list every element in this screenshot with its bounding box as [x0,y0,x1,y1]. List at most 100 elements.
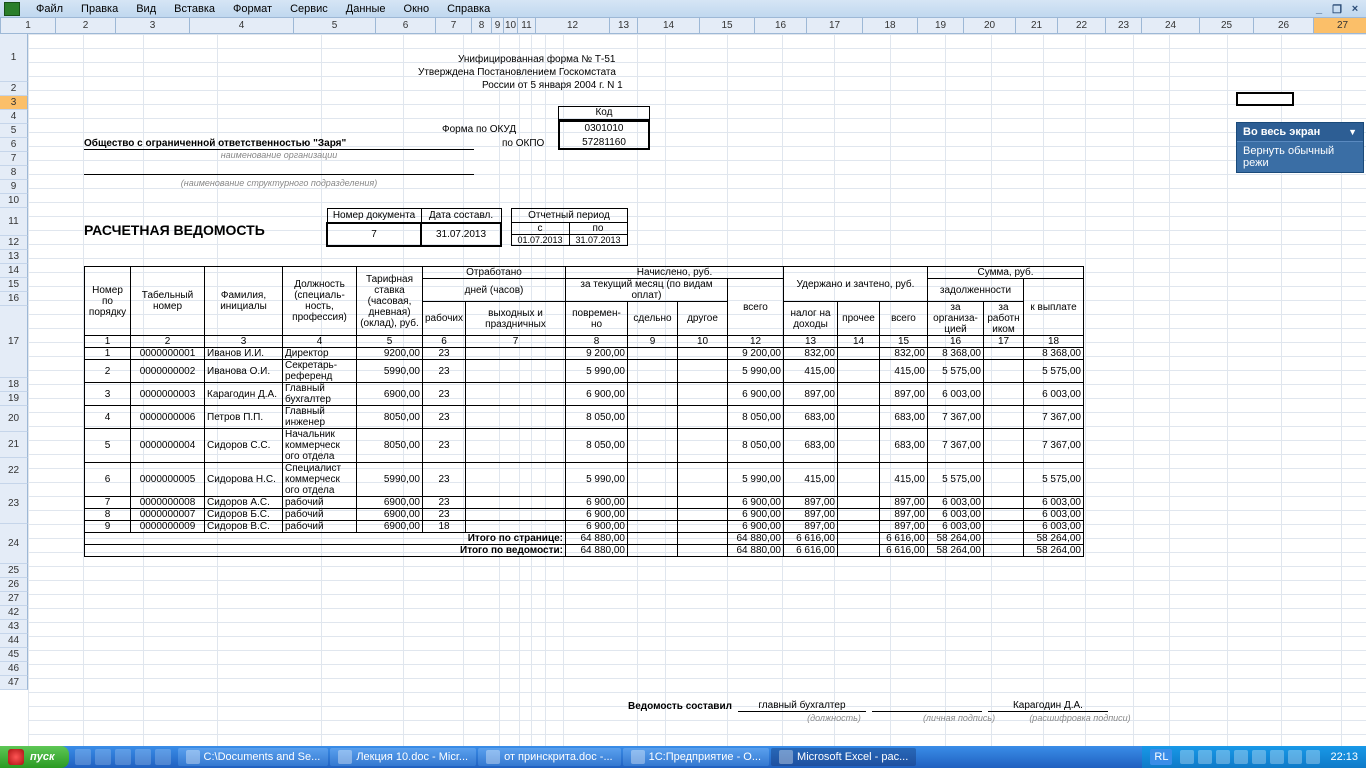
row-header[interactable]: 45 [0,648,28,662]
row-header[interactable]: 2 [0,82,28,96]
col-header[interactable]: 2 [56,18,116,33]
row-header[interactable]: 17 [0,306,28,378]
col-header[interactable]: 1 [1,18,56,33]
window-close-icon[interactable]: × [1348,3,1362,15]
tray-icon[interactable] [1252,750,1266,764]
dropdown-arrow-icon[interactable]: ▼ [1348,127,1357,137]
fullscreen-toolbar[interactable]: Во весь экран ▼ Вернуть обычный режи [1236,122,1364,173]
taskbar-button[interactable]: 1С:Предприятие - О... [623,748,769,766]
col-header[interactable]: 13 [610,18,638,33]
tray-icon[interactable] [1198,750,1212,764]
row-header[interactable]: 22 [0,458,28,484]
ql-icon[interactable] [135,749,151,765]
col-header[interactable]: 27 [1314,18,1366,33]
row-header[interactable]: 10 [0,194,28,208]
tray-icon[interactable] [1234,750,1248,764]
tray-icon[interactable] [1288,750,1302,764]
col-header[interactable]: 12 [536,18,610,33]
menu-view[interactable]: Вид [128,1,164,17]
menu-service[interactable]: Сервис [282,1,336,17]
language-indicator[interactable]: RL [1150,749,1172,765]
taskbar-button[interactable]: Лекция 10.doc - Micr... [330,748,476,766]
row-header[interactable]: 21 [0,432,28,458]
row-header[interactable]: 43 [0,620,28,634]
taskbar-button-active[interactable]: Microsoft Excel - рас... [771,748,916,766]
row-header[interactable]: 25 [0,564,28,578]
row-header[interactable]: 23 [0,484,28,524]
taskbar-button[interactable]: от принскрита.doc -... [478,748,621,766]
tray-icon[interactable] [1216,750,1230,764]
col-header[interactable]: 19 [918,18,964,33]
ql-icon[interactable] [155,749,171,765]
row-header[interactable]: 20 [0,406,28,432]
col-header[interactable]: 26 [1254,18,1314,33]
row-header[interactable]: 8 [0,166,28,180]
menu-window[interactable]: Окно [396,1,438,17]
row-header[interactable]: 19 [0,392,28,406]
row-header[interactable]: 14 [0,264,28,278]
col-header[interactable]: 17 [807,18,863,33]
row-header[interactable]: 6 [0,138,28,152]
menu-help[interactable]: Справка [439,1,498,17]
row-header[interactable]: 16 [0,292,28,306]
col-header[interactable]: 6 [376,18,436,33]
row-header[interactable]: 44 [0,634,28,648]
ql-icon[interactable] [95,749,111,765]
taskbar-button[interactable]: C:\Documents and Se... [178,748,329,766]
col-header[interactable]: 23 [1106,18,1142,33]
row-header[interactable]: 7 [0,152,28,166]
col-header[interactable]: 3 [116,18,190,33]
col-header[interactable]: 4 [190,18,294,33]
fullscreen-title[interactable]: Во весь экран ▼ [1237,123,1363,142]
menu-edit[interactable]: Правка [73,1,126,17]
row-header[interactable]: 13 [0,250,28,264]
col-header[interactable]: 11 [518,18,536,33]
row-header[interactable]: 42 [0,606,28,620]
row-header[interactable]: 5 [0,124,28,138]
col-header[interactable]: 16 [755,18,807,33]
tray-icon[interactable] [1306,750,1320,764]
col-header[interactable]: 18 [863,18,918,33]
fullscreen-exit[interactable]: Вернуть обычный режи [1237,142,1363,172]
row-header[interactable]: 11 [0,208,28,236]
active-cell[interactable] [1236,92,1294,106]
table-row: 20000000002Иванова О.И.Секретарь-референ… [85,360,1084,383]
col-header[interactable]: 10 [504,18,518,33]
menu-format[interactable]: Формат [225,1,280,17]
row-header[interactable]: 27 [0,592,28,606]
col-header[interactable]: 7 [436,18,472,33]
row-header[interactable]: 47 [0,676,28,690]
tray-icon[interactable] [1180,750,1194,764]
ql-icon[interactable] [115,749,131,765]
row-header[interactable]: 15 [0,278,28,292]
window-minimize-icon[interactable]: _ [1312,3,1326,15]
window-restore-icon[interactable]: ❐ [1330,3,1344,15]
row-header[interactable]: 12 [0,236,28,250]
ql-icon[interactable] [75,749,91,765]
row-header[interactable]: 18 [0,378,28,392]
row-header[interactable]: 24 [0,524,28,564]
start-button[interactable]: пуск [0,746,69,768]
tray-icon[interactable] [1270,750,1284,764]
col-header[interactable]: 14 [638,18,700,33]
row-header[interactable]: 4 [0,110,28,124]
row-header[interactable]: 1 [0,34,28,82]
row-header[interactable]: 3 [0,96,28,110]
col-header[interactable]: 15 [700,18,755,33]
col-header[interactable]: 25 [1200,18,1254,33]
menu-insert[interactable]: Вставка [166,1,223,17]
col-header[interactable]: 21 [1016,18,1058,33]
col-header[interactable]: 8 [472,18,492,33]
col-header[interactable]: 5 [294,18,376,33]
col-header[interactable]: 22 [1058,18,1106,33]
col-header[interactable]: 24 [1142,18,1200,33]
col-header[interactable]: 9 [492,18,504,33]
col-header[interactable]: 20 [964,18,1016,33]
menu-file[interactable]: Файл [28,1,71,17]
row-header[interactable]: 26 [0,578,28,592]
spreadsheet-area[interactable]: Унифицированная форма № Т-51 Утверждена … [28,34,1366,746]
row-header[interactable]: 46 [0,662,28,676]
clock[interactable]: 22:13 [1324,751,1358,763]
row-header[interactable]: 9 [0,180,28,194]
menu-data[interactable]: Данные [338,1,394,17]
